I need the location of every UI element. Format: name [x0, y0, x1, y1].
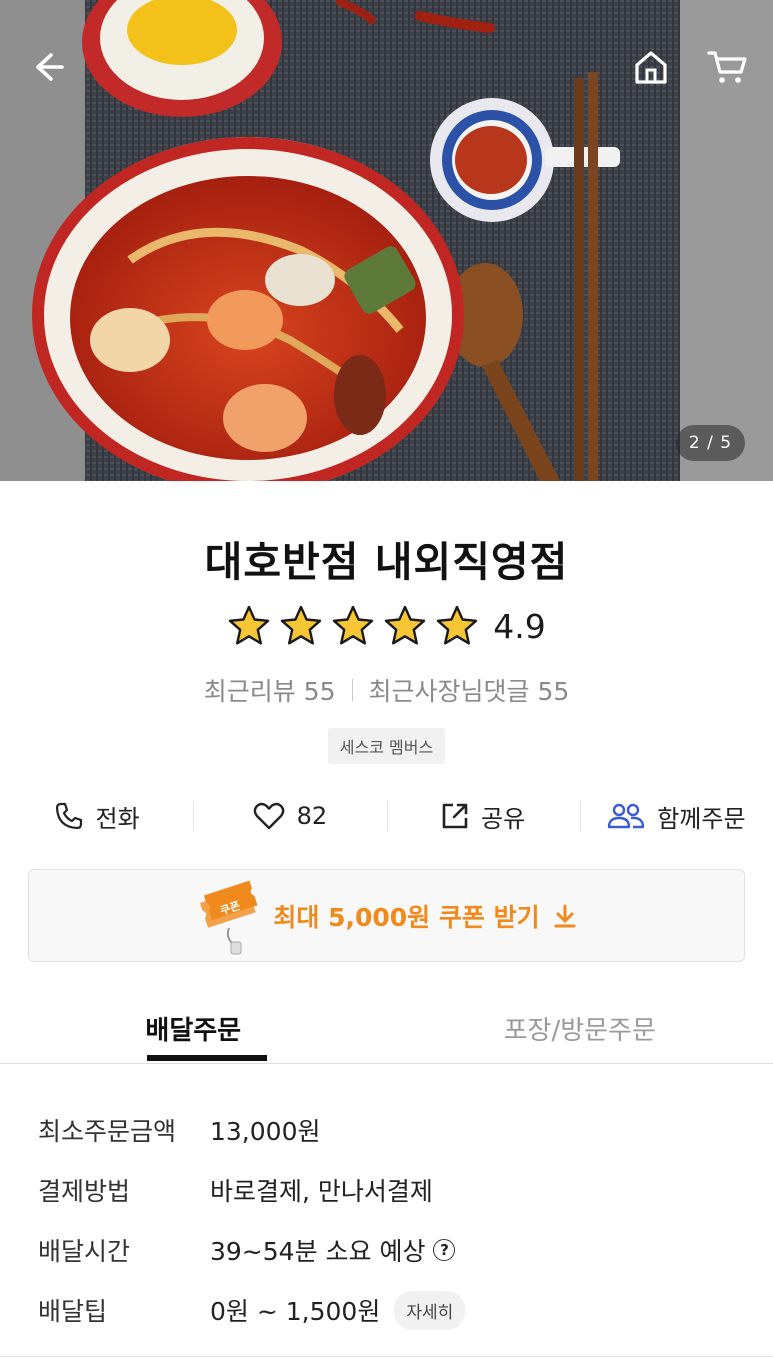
image-counter: 2 / 5: [676, 425, 745, 461]
back-button[interactable]: [24, 44, 70, 90]
like-count: 82: [296, 802, 328, 830]
store-photo-hero[interactable]: 2 / 5: [0, 0, 773, 481]
coupon-download-banner[interactable]: 쿠폰 최대 5,000원 쿠폰 받기: [28, 869, 745, 962]
group-people-icon: [608, 803, 645, 829]
heart-icon: [253, 802, 284, 830]
divider: [0, 1356, 773, 1357]
share-icon: [442, 803, 468, 829]
delivery-info-table: 최소주문금액 13,000원 결제방법 바로결제, 만나서결제 배달시간 39~…: [38, 1100, 738, 1340]
download-arrow-icon: [554, 904, 576, 927]
owner-replies-link[interactable]: 최근사장님댓글 55: [369, 672, 570, 708]
share-button[interactable]: 공유: [386, 790, 580, 842]
star-icon: [281, 605, 322, 645]
group-order-button[interactable]: 함께주문: [579, 790, 773, 842]
star-icon: [333, 605, 374, 645]
like-button[interactable]: 82: [193, 790, 386, 842]
star-icon: [229, 605, 270, 645]
phone-icon: [55, 802, 82, 830]
review-summary[interactable]: 최근리뷰 55 최근사장님댓글 55: [0, 672, 773, 708]
payment-value: 바로결제, 만나서결제: [210, 1177, 433, 1206]
min-order-label: 최소주문금액: [38, 1117, 177, 1146]
tab-pickup[interactable]: 포장/방문주문: [387, 1000, 773, 1063]
delivery-tip-detail-button[interactable]: 자세히: [394, 1290, 466, 1330]
share-label: 공유: [481, 804, 526, 833]
info-row-delivery-tip: 배달팁 0원 ~ 1,500원 자세히: [38, 1280, 738, 1340]
rating-row[interactable]: 4.9: [0, 604, 773, 648]
tab-pickup-label: 포장/방문주문: [503, 1016, 656, 1046]
payment-label: 결제방법: [38, 1177, 131, 1206]
star-icon: [437, 605, 478, 645]
store-action-bar: 전화 82 공유 함께주문: [0, 790, 773, 842]
order-type-tabs: 배달주문 포장/방문주문: [0, 1000, 773, 1064]
cesco-members-badge: 세스코 멤버스: [327, 728, 446, 764]
divider: [351, 679, 353, 701]
call-label: 전화: [95, 804, 140, 833]
rating-value: 4.9: [493, 606, 546, 646]
recent-reviews-link[interactable]: 최근리뷰 55: [204, 672, 336, 708]
info-row-delivery-time: 배달시간 39~54분 소요 예상 ?: [38, 1220, 738, 1280]
help-icon[interactable]: ?: [433, 1239, 456, 1261]
info-row-payment: 결제방법 바로결제, 만나서결제: [38, 1160, 738, 1220]
back-arrow-icon: [36, 53, 64, 81]
cart-button[interactable]: [704, 44, 750, 90]
delivery-time-value: 39~54분 소요 예상: [210, 1237, 426, 1266]
call-button[interactable]: 전화: [0, 790, 193, 842]
delivery-tip-label: 배달팁: [38, 1297, 108, 1326]
tab-delivery[interactable]: 배달주문: [0, 1000, 387, 1063]
home-icon: [635, 51, 667, 84]
active-tab-indicator: [147, 1055, 267, 1061]
star-icon: [385, 605, 426, 645]
store-name: 대호반점 내외직영점: [204, 538, 569, 586]
home-button[interactable]: [628, 44, 674, 90]
delivery-time-label: 배달시간: [38, 1237, 131, 1266]
min-order-value: 13,000원: [210, 1117, 321, 1146]
delivery-tip-value: 0원 ~ 1,500원: [210, 1297, 381, 1326]
cart-icon: [707, 51, 747, 83]
coupon-text: 최대 5,000원 쿠폰 받기: [273, 902, 540, 932]
group-order-label: 함께주문: [657, 804, 746, 833]
info-row-min-order: 최소주문금액 13,000원: [38, 1100, 738, 1160]
tab-delivery-label: 배달주문: [145, 1016, 242, 1046]
coupon-ticket-icon: 쿠폰: [195, 876, 265, 956]
star-rating: [227, 604, 479, 648]
